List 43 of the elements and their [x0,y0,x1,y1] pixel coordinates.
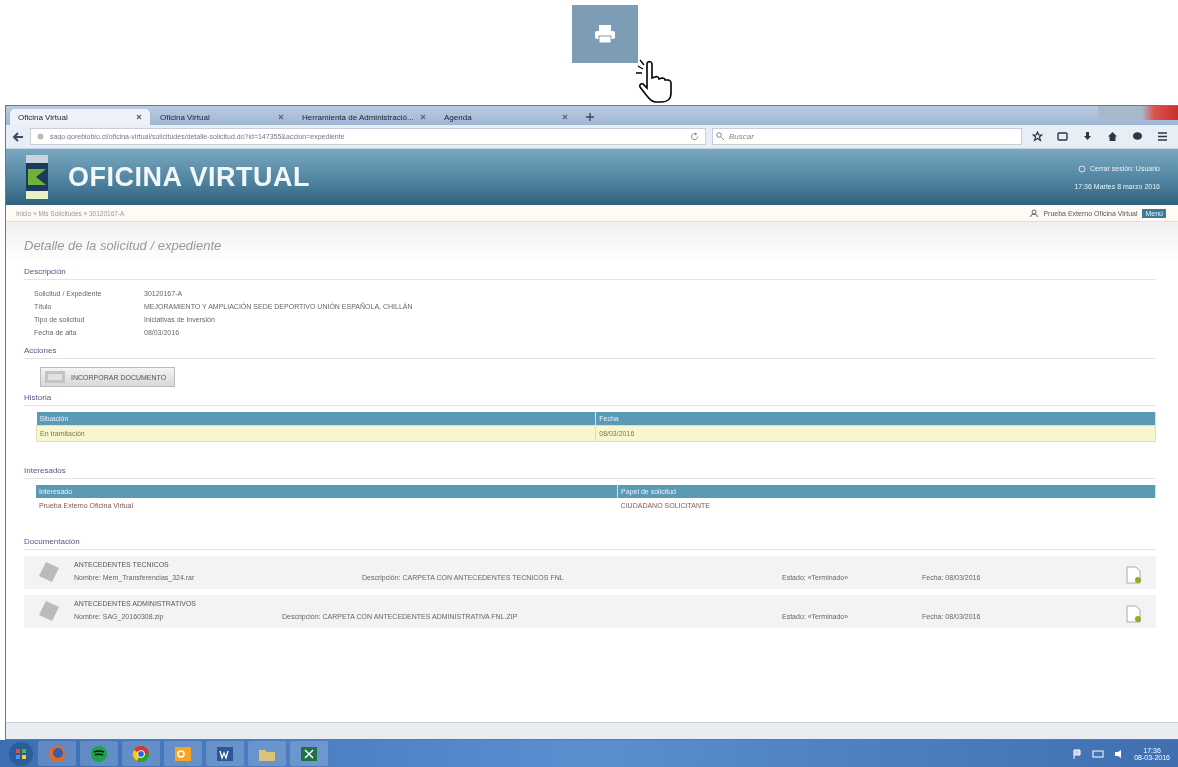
section-heading: Historia [24,391,1156,406]
logo-icon [26,155,48,199]
file-icon [38,600,60,622]
menu-icon[interactable] [1157,131,1168,142]
new-tab-icon[interactable] [586,113,594,121]
reload-icon[interactable] [690,132,699,141]
printer-icon [594,24,616,44]
download-icon[interactable] [1082,131,1093,142]
browser-tab[interactable]: Agenda [436,109,576,125]
close-tab-icon[interactable] [278,114,284,120]
browser-tab[interactable]: Herramienta de Administració... [294,109,434,125]
section-heading: Descripción [24,265,1156,280]
add-file-icon[interactable] [1126,605,1142,623]
close-tab-icon[interactable] [562,114,568,120]
star-icon[interactable] [1032,131,1043,142]
power-icon[interactable] [1077,164,1086,173]
print-button[interactable] [572,5,638,63]
back-icon[interactable] [12,130,24,143]
flag-icon[interactable] [1072,748,1083,759]
close-tab-icon[interactable] [420,114,426,120]
browser-tab[interactable]: Oficina Virtual [152,109,292,125]
reader-icon[interactable] [1057,131,1068,142]
search-icon [716,132,724,140]
browser-taskbar-icon[interactable] [38,741,76,766]
section-heading: Documentación [24,535,1156,550]
search-field[interactable]: Buscar [712,128,1022,145]
start-button[interactable] [8,740,34,767]
close-tab-icon[interactable] [136,114,142,120]
section-heading: Interesados [24,464,1156,479]
user-icon [1030,209,1039,217]
section-heading: Acciones [24,344,1156,359]
network-icon[interactable] [1092,748,1105,759]
window-controls[interactable] [1098,106,1178,120]
page-title: Detalle de la solicitud / expediente [24,237,223,255]
info-icon [37,133,44,140]
home-icon[interactable] [1107,131,1118,142]
app-title: OFICINA VIRTUAL [68,161,311,193]
file-icon [38,561,60,583]
browser-tab[interactable]: Oficina Virtual [10,109,150,125]
music-taskbar-icon[interactable] [80,741,118,766]
add-file-icon[interactable] [1126,566,1142,584]
document-icon [45,371,65,383]
chat-icon[interactable] [1132,131,1143,142]
